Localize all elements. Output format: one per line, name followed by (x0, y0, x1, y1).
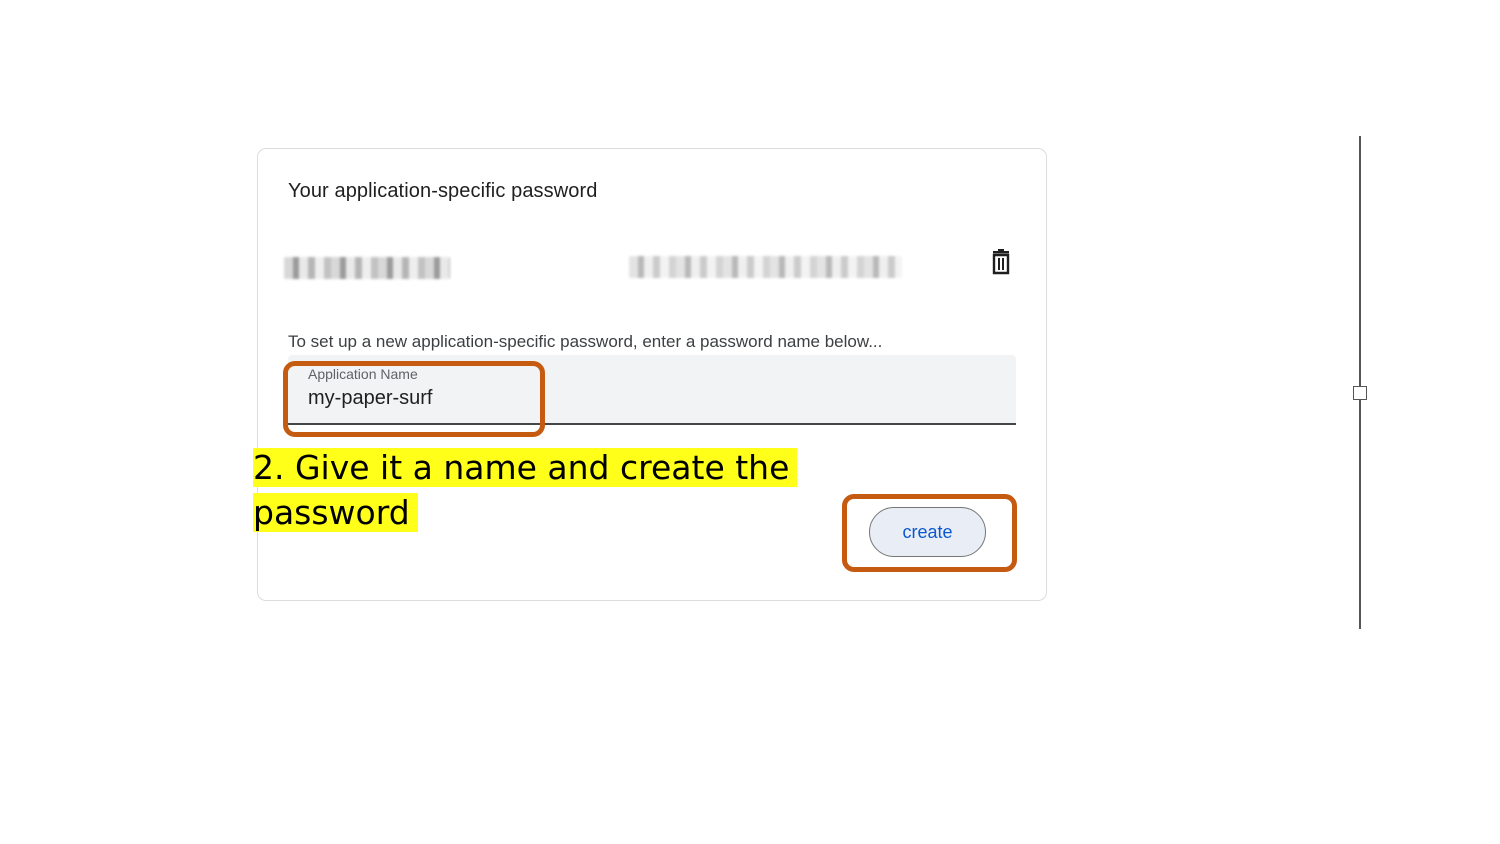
redacted-password-value (629, 256, 902, 278)
instruction-callout: 2. Give it a name and create the passwor… (253, 445, 813, 535)
vertical-divider (1359, 136, 1361, 629)
application-name-value[interactable]: my-paper-surf (308, 387, 432, 410)
instruction-callout-text: 2. Give it a name and create the passwor… (253, 448, 798, 532)
create-button[interactable]: create (869, 507, 986, 557)
application-name-field[interactable]: Application Name my-paper-surf (288, 355, 1016, 425)
delete-password-button[interactable] (987, 248, 1015, 280)
redacted-password-name (284, 257, 450, 279)
divider-handle[interactable] (1353, 386, 1367, 400)
trash-icon (989, 248, 1013, 280)
card-title: Your application-specific password (288, 180, 598, 202)
application-name-label: Application Name (308, 366, 418, 382)
setup-description: To set up a new application-specific pas… (288, 332, 883, 351)
